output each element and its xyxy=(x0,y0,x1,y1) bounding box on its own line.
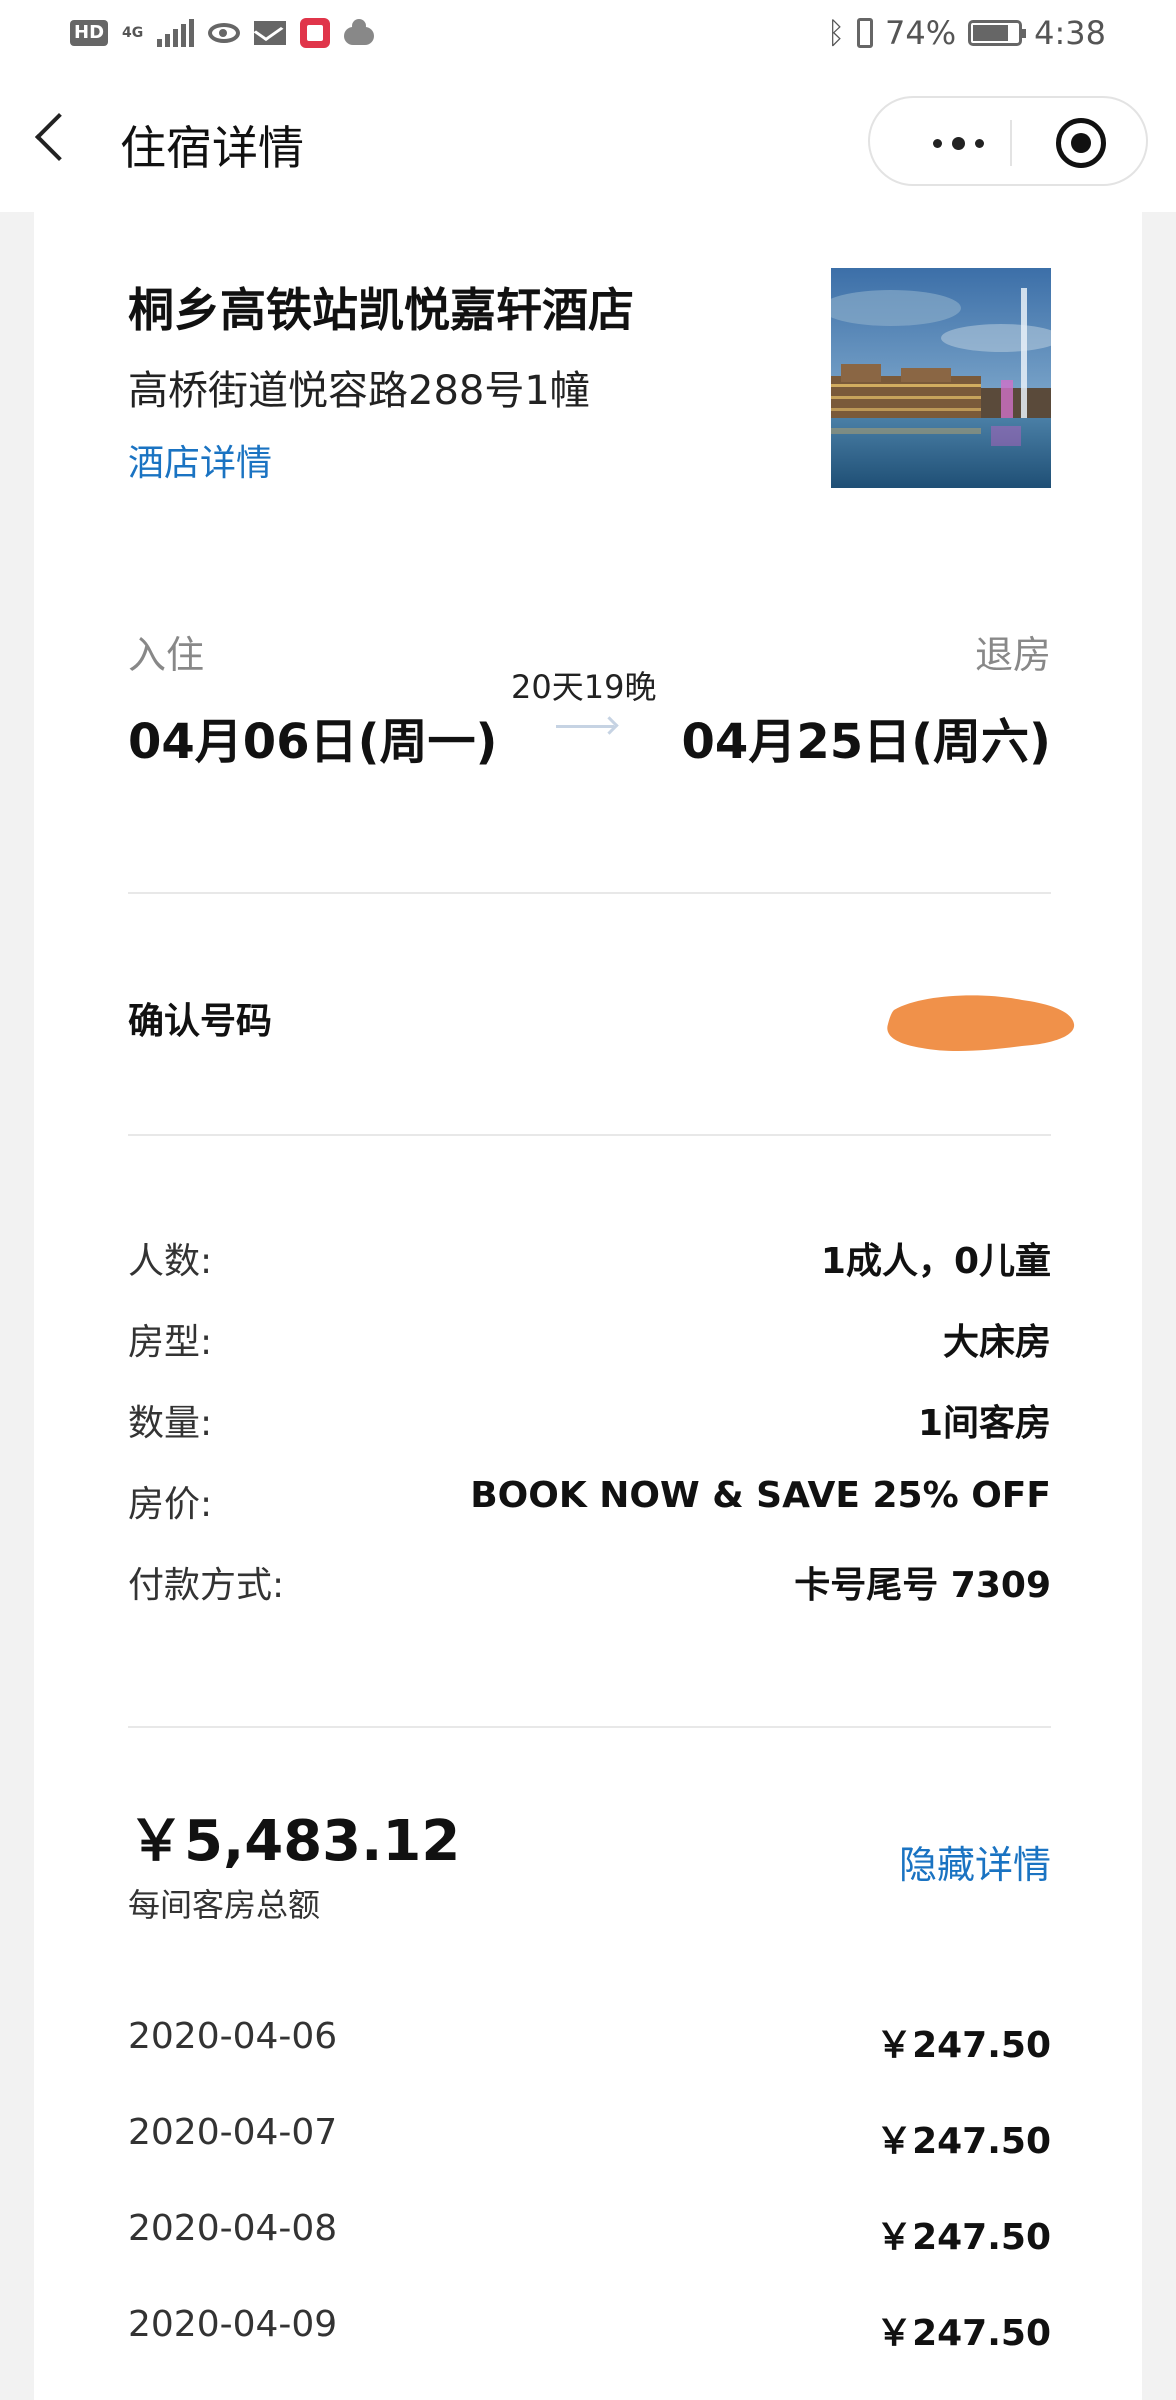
capsule-divider xyxy=(1010,120,1012,166)
nav-bar: 住宿详情 xyxy=(0,72,1176,212)
redaction-mark xyxy=(887,995,1075,1052)
cloud-icon xyxy=(344,19,375,45)
confirmation-label: 确认号码 xyxy=(128,1001,273,1042)
rate-price: ￥247.50 xyxy=(876,2217,1051,2258)
checkout-label: 退房 xyxy=(974,633,1051,677)
hotel-name: 桐乡高铁站凯悦嘉轩酒店 xyxy=(128,283,634,337)
eye-icon xyxy=(208,23,241,43)
rate-date: 2020-04-09 xyxy=(128,2304,338,2345)
app-notification-icon xyxy=(300,18,331,48)
network-type: 4G xyxy=(122,25,144,41)
total-amount: ￥5,483.12 xyxy=(128,1809,461,1874)
detail-value-rate: BOOK NOW & SAVE 25% OFF xyxy=(470,1475,1051,1516)
battery-icon xyxy=(968,20,1027,46)
clock: 4:38 xyxy=(1034,14,1106,52)
total-caption: 每间客房总额 xyxy=(128,1886,321,1924)
checkin-label: 入住 xyxy=(128,633,205,677)
checkin-date: 04月06日(周一) xyxy=(128,714,498,770)
bluetooth-icon: ᛒ xyxy=(827,15,846,51)
detail-label-quantity: 数量: xyxy=(128,1403,213,1444)
detail-label-rate: 房价: xyxy=(128,1484,213,1525)
divider xyxy=(128,1726,1051,1728)
hotel-photo[interactable] xyxy=(831,268,1051,488)
detail-value-room-type: 大床房 xyxy=(942,1322,1051,1363)
rate-date: 2020-04-06 xyxy=(128,2016,338,2057)
hotel-details-link[interactable]: 酒店详情 xyxy=(128,434,272,486)
vibrate-icon xyxy=(857,18,874,48)
rate-date: 2020-04-08 xyxy=(128,2208,338,2249)
booking-card: 桐乡高铁站凯悦嘉轩酒店 高桥街道悦容路288号1幢 酒店详情 入住 退房 20天… xyxy=(34,212,1142,2400)
battery-percent: 74% xyxy=(885,14,957,52)
page-title: 住宿详情 xyxy=(120,121,304,175)
detail-label-room-type: 房型: xyxy=(128,1322,213,1363)
divider xyxy=(128,1134,1051,1136)
nights-count: 20天19晚 xyxy=(511,668,657,706)
hotel-address: 高桥街道悦容路288号1幢 xyxy=(128,368,590,414)
rate-price: ￥247.50 xyxy=(876,2313,1051,2354)
hd-icon: HD xyxy=(70,20,109,46)
rate-date: 2020-04-07 xyxy=(128,2112,338,2153)
rate-price: ￥247.50 xyxy=(876,2025,1051,2066)
detail-value-quantity: 1间客房 xyxy=(917,1403,1051,1444)
chevron-left-icon[interactable] xyxy=(34,112,84,162)
divider xyxy=(128,892,1051,894)
detail-label-payment: 付款方式: xyxy=(128,1565,285,1606)
detail-value-payment: 卡号尾号 7309 xyxy=(794,1565,1051,1606)
detail-label-guests: 人数: xyxy=(128,1241,213,1282)
mail-icon xyxy=(254,21,287,45)
more-dots-icon[interactable] xyxy=(908,128,1008,158)
mini-program-capsule xyxy=(868,96,1148,186)
rate-price: ￥247.50 xyxy=(876,2121,1051,2162)
status-bar: HD 4G ᛒ 74% 4:38 xyxy=(0,0,1176,72)
detail-value-guests: 1成人，0儿童 xyxy=(820,1241,1051,1282)
arrow-right-icon xyxy=(556,725,614,728)
signal-icon xyxy=(157,19,195,47)
target-close-icon[interactable] xyxy=(1056,118,1106,168)
checkout-date: 04月25日(周六) xyxy=(681,714,1051,770)
hide-details-link[interactable]: 隐藏详情 xyxy=(899,1834,1051,1889)
